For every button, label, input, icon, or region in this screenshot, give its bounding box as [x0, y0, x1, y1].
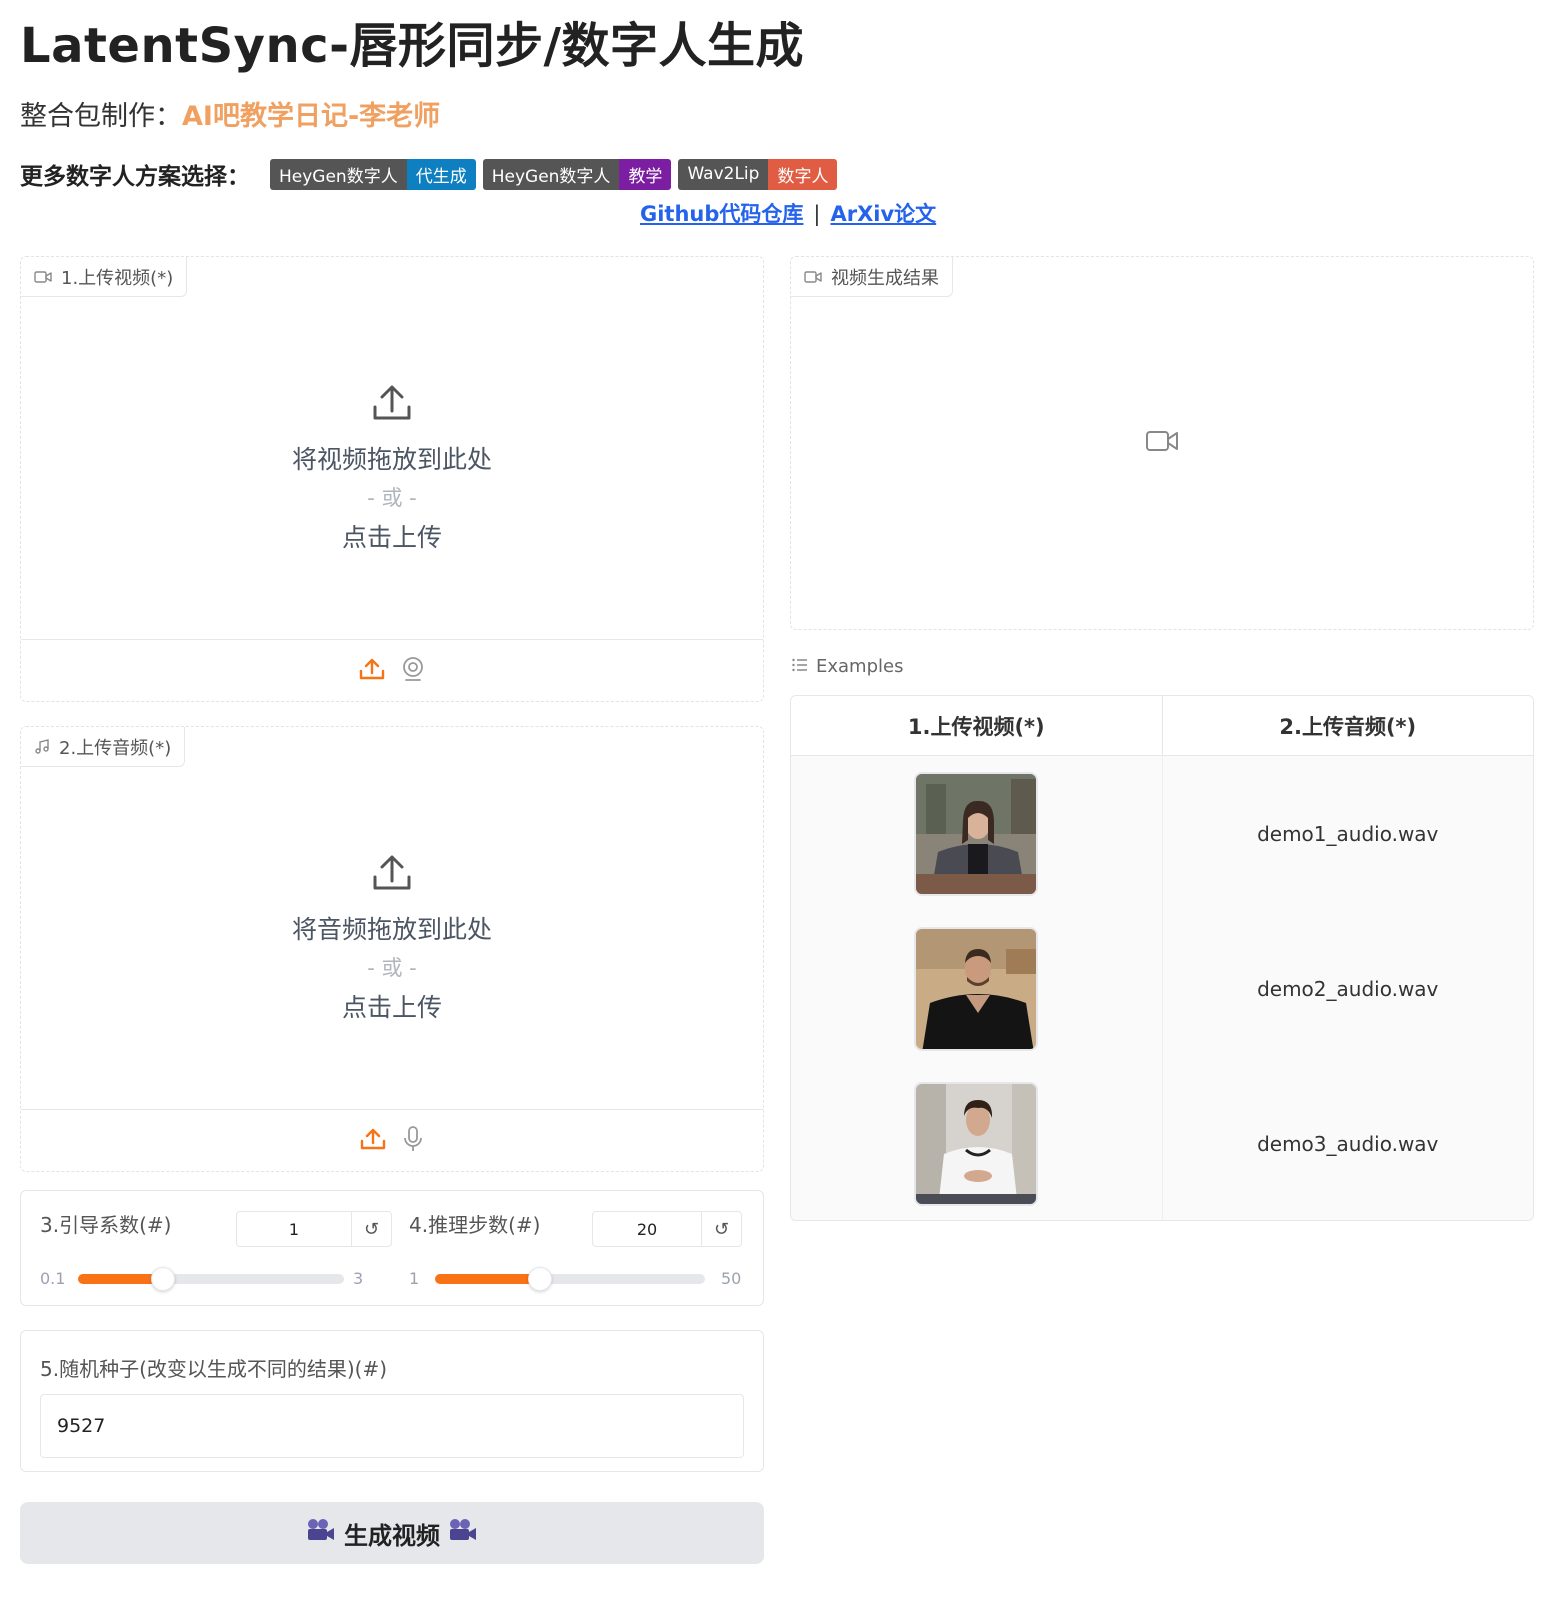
music-note-icon: [34, 738, 50, 755]
guidance-slider-group: 3.引导系数(#) 1 ↺ 0.1 3: [40, 1191, 392, 1307]
examples-col-video: 1.上传视频(*): [791, 696, 1163, 755]
example-audio-filename: demo2_audio.wav: [1257, 976, 1439, 1001]
audio-upload-panel[interactable]: 2.上传音频(*) 将音频拖放到此处 - 或 - 点击上传: [20, 726, 764, 1172]
subtitle-author: AI吧教学日记-李老师: [182, 101, 441, 132]
table-row[interactable]: demo2_audio.wav: [791, 911, 1533, 1066]
generate-video-label: 生成视频: [344, 1521, 440, 1550]
video-upload-label: 1.上传视频(*): [21, 257, 188, 297]
guidance-max: 3: [353, 1269, 364, 1288]
upload-source-icon[interactable]: [360, 1127, 386, 1155]
audio-or-text: - 或 -: [367, 956, 417, 980]
page-title: LatentSync-唇形同步/数字人生成: [20, 18, 805, 74]
table-row[interactable]: demo1_audio.wav: [791, 756, 1533, 911]
video-upload-panel[interactable]: 1.上传视频(*) 将视频拖放到此处 - 或 - 点击上传: [20, 256, 764, 702]
webcam-icon[interactable]: [401, 656, 425, 686]
subtitle: 整合包制作：AI吧教学日记-李老师: [20, 94, 440, 133]
audio-dropzone[interactable]: 将音频拖放到此处 - 或 - 点击上传: [21, 767, 763, 1111]
movie-camera-icon: [306, 1518, 336, 1548]
guidance-slider[interactable]: [78, 1267, 344, 1291]
steps-max: 50: [721, 1269, 742, 1288]
badge-heygen-tutorial[interactable]: HeyGen数字人 教学: [482, 158, 672, 190]
subtitle-prefix: 整合包制作：: [20, 101, 182, 132]
seed-label: 5.随机种子(改变以生成不同的结果)(#): [40, 1357, 388, 1381]
video-click-text: 点击上传: [341, 523, 442, 552]
seed-input[interactable]: 9527: [40, 1394, 744, 1458]
examples-table-header: 1.上传视频(*) 2.上传音频(*): [791, 696, 1533, 756]
arxiv-link[interactable]: ArXiv论文: [830, 202, 936, 226]
video-source-bar: [21, 639, 763, 701]
generate-video-button[interactable]: 生成视频: [20, 1502, 764, 1564]
steps-number-input[interactable]: 20 ↺: [592, 1211, 742, 1247]
list-icon: [792, 656, 808, 677]
steps-slider-fill: [435, 1274, 541, 1284]
parameter-sliders: 3.引导系数(#) 1 ↺ 0.1 3 4.推理步数(#) 20 ↺ 1 50: [20, 1190, 764, 1306]
video-thumbnail[interactable]: [914, 926, 1039, 1051]
link-separator: |: [813, 202, 821, 226]
table-row[interactable]: demo3_audio.wav: [791, 1066, 1533, 1220]
guidance-label: 3.引导系数(#): [40, 1213, 172, 1237]
reset-icon[interactable]: ↺: [701, 1212, 741, 1246]
seed-panel: 5.随机种子(改变以生成不同的结果)(#) 9527: [20, 1330, 764, 1472]
video-placeholder-icon: [1146, 430, 1178, 456]
guidance-slider-thumb[interactable]: [151, 1267, 176, 1291]
steps-slider-group: 4.推理步数(#) 20 ↺ 1 50: [409, 1191, 743, 1307]
movie-camera-icon: [448, 1518, 478, 1548]
example-audio-filename: demo1_audio.wav: [1257, 821, 1439, 846]
video-thumbnail[interactable]: [914, 1081, 1039, 1206]
video-dropzone[interactable]: 将视频拖放到此处 - 或 - 点击上传: [21, 297, 763, 641]
steps-slider-thumb[interactable]: [528, 1267, 553, 1291]
guidance-min: 0.1: [40, 1269, 66, 1288]
links-row: Github代码仓库 | ArXiv论文: [640, 198, 936, 228]
steps-label: 4.推理步数(#): [409, 1213, 541, 1237]
reset-icon[interactable]: ↺: [351, 1212, 391, 1246]
upload-icon: [372, 854, 412, 896]
guidance-value[interactable]: 1: [237, 1212, 351, 1246]
video-output-label: 视频生成结果: [791, 257, 953, 297]
steps-min: 1: [409, 1269, 420, 1288]
video-output-panel: 视频生成结果: [790, 256, 1534, 630]
audio-click-text: 点击上传: [341, 993, 442, 1022]
video-drop-text: 将视频拖放到此处: [291, 445, 492, 474]
examples-table: 1.上传视频(*) 2.上传音频(*) demo1_audio.wav demo…: [790, 695, 1534, 1221]
video-or-text: - 或 -: [367, 486, 417, 510]
badge-wav2lip[interactable]: Wav2Lip 数字人: [678, 158, 838, 190]
badge-heygen-generate[interactable]: HeyGen数字人 代生成: [270, 158, 476, 190]
examples-label: Examples: [816, 656, 904, 677]
audio-source-bar: [21, 1109, 763, 1171]
audio-drop-text: 将音频拖放到此处: [291, 915, 492, 944]
github-link[interactable]: Github代码仓库: [640, 202, 803, 226]
examples-header: Examples: [792, 656, 903, 677]
steps-slider[interactable]: [435, 1267, 705, 1291]
upload-icon: [372, 384, 412, 426]
upload-source-icon[interactable]: [359, 657, 385, 685]
guidance-number-input[interactable]: 1 ↺: [236, 1211, 392, 1247]
more-solutions-row: 更多数字人方案选择： HeyGen数字人 代生成 HeyGen数字人 教学 Wav2…: [20, 158, 844, 190]
more-solutions-label: 更多数字人方案选择：: [20, 164, 250, 190]
audio-upload-label: 2.上传音频(*): [21, 727, 186, 767]
video-thumbnail[interactable]: [914, 771, 1039, 896]
video-output-placeholder: [791, 297, 1533, 629]
example-audio-filename: demo3_audio.wav: [1257, 1131, 1439, 1156]
steps-value[interactable]: 20: [593, 1212, 701, 1246]
examples-col-audio: 2.上传音频(*): [1279, 714, 1417, 739]
microphone-icon[interactable]: [402, 1125, 424, 1157]
video-icon: [34, 270, 52, 284]
video-icon: [804, 270, 822, 284]
